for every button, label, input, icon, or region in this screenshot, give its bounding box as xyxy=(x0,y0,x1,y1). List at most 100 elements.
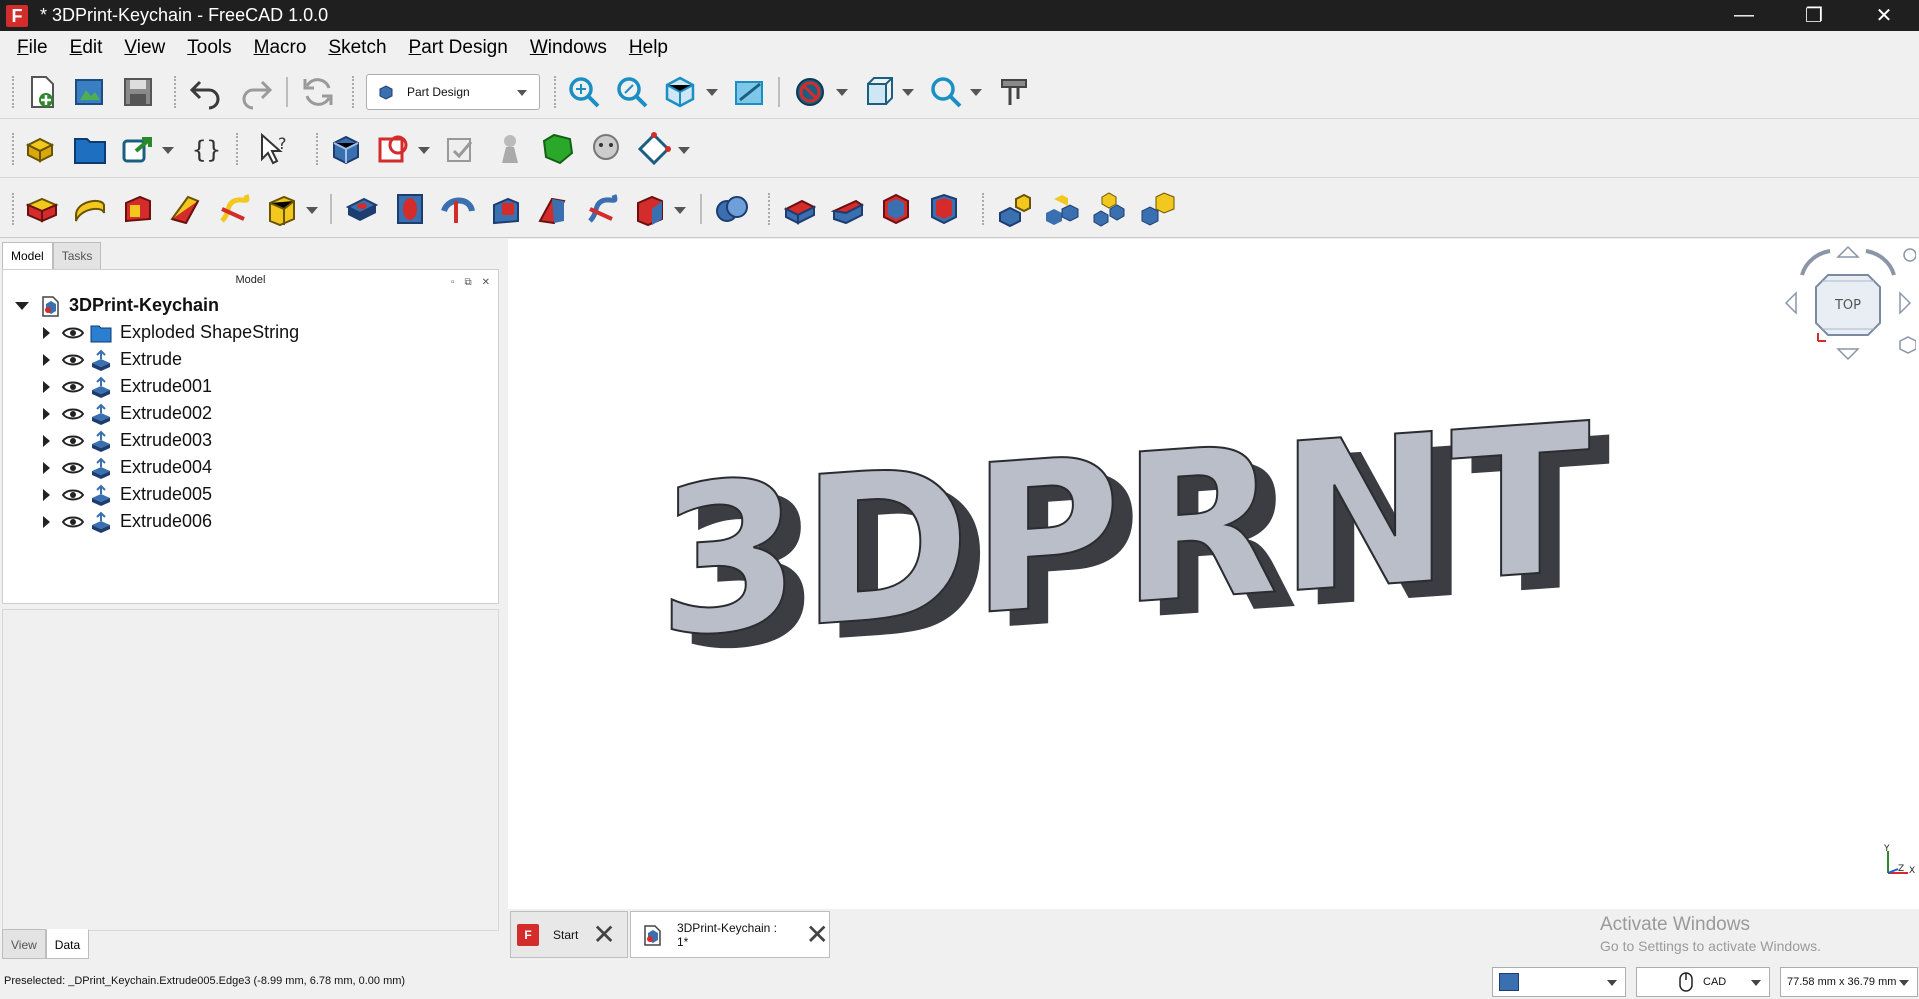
eye-icon[interactable] xyxy=(62,488,84,502)
tree-item-extrude006[interactable]: Extrude006 xyxy=(3,508,498,535)
refresh-icon[interactable] xyxy=(300,74,336,110)
eye-icon[interactable] xyxy=(62,407,84,421)
open-document-icon[interactable] xyxy=(72,74,108,110)
rotate-right-arrow-icon[interactable] xyxy=(1899,291,1912,315)
fit-all-icon[interactable] xyxy=(566,74,602,110)
create-part-icon[interactable] xyxy=(24,131,60,167)
toolbar-grip[interactable] xyxy=(12,133,16,165)
eye-icon[interactable] xyxy=(62,326,84,340)
eye-icon[interactable] xyxy=(62,353,84,367)
toolbar-grip[interactable] xyxy=(12,193,16,225)
close-button[interactable]: ✕ xyxy=(1849,0,1919,31)
shape-binder-icon[interactable] xyxy=(492,131,528,167)
thickness-icon[interactable] xyxy=(926,191,962,227)
fit-selection-icon[interactable] xyxy=(614,74,650,110)
pad-icon[interactable] xyxy=(24,191,60,227)
menu-help[interactable]: Help xyxy=(618,37,679,59)
panel-undock-icon[interactable]: ⧉ xyxy=(464,273,471,293)
eye-icon[interactable] xyxy=(62,461,84,475)
restore-button[interactable]: ❐ xyxy=(1779,0,1849,31)
measure-tool-icon[interactable] xyxy=(996,74,1032,110)
linear-pattern-icon[interactable] xyxy=(1044,191,1080,227)
datum-plane-icon[interactable] xyxy=(636,131,672,167)
tree-item-document[interactable]: 3DPrint-Keychain xyxy=(3,292,498,319)
tree-item-extrude004[interactable]: Extrude004 xyxy=(3,454,498,481)
tree-item-extrude005[interactable]: Extrude005 xyxy=(3,481,498,508)
tab-start[interactable]: F Start ✕ xyxy=(510,911,628,958)
mirrored-icon[interactable] xyxy=(996,191,1032,227)
create-group-icon[interactable] xyxy=(72,131,108,167)
subtractive-pipe-icon[interactable] xyxy=(536,191,572,227)
chevron-down-icon[interactable] xyxy=(902,89,914,96)
clone-icon[interactable] xyxy=(588,131,624,167)
navigation-style-selector[interactable]: CAD xyxy=(1636,967,1770,997)
tree-item-extrude002[interactable]: Extrude002 xyxy=(3,400,498,427)
subshape-binder-icon[interactable] xyxy=(540,131,576,167)
new-document-icon[interactable] xyxy=(24,74,60,110)
menu-edit[interactable]: Edit xyxy=(59,37,114,59)
tree-item-exploded-shapestring[interactable]: Exploded ShapeString xyxy=(3,319,498,346)
expand-arrow-icon[interactable] xyxy=(43,353,50,366)
property-editor[interactable] xyxy=(2,609,499,931)
pocket-icon[interactable] xyxy=(344,191,380,227)
menu-file[interactable]: File xyxy=(6,37,59,59)
tab-data-properties[interactable]: Data xyxy=(45,929,90,959)
menu-view[interactable]: View xyxy=(113,37,176,59)
eye-icon[interactable] xyxy=(62,434,84,448)
menu-windows[interactable]: Windows xyxy=(519,37,618,59)
panel-float-icon[interactable]: ▫ xyxy=(451,273,455,293)
chevron-down-icon[interactable] xyxy=(970,89,982,96)
chevron-down-icon[interactable] xyxy=(706,89,718,96)
measure-distance-icon[interactable] xyxy=(732,74,768,110)
multi-transform-icon[interactable] xyxy=(1140,191,1176,227)
additive-helix-icon[interactable] xyxy=(216,191,252,227)
close-tab-icon[interactable]: ✕ xyxy=(592,918,615,951)
chevron-down-icon[interactable] xyxy=(306,207,318,214)
3d-viewport[interactable]: 3DPRNT 3DPRNT TOP Y X Z xyxy=(508,239,1919,909)
toolbar-grip[interactable] xyxy=(174,76,178,108)
revolution-icon[interactable] xyxy=(72,191,108,227)
standard-views-icon[interactable] xyxy=(662,74,698,110)
workbench-selector[interactable]: Part Design xyxy=(366,74,540,110)
rotate-down-arrow-icon[interactable] xyxy=(1836,348,1860,361)
redo-icon[interactable] xyxy=(238,74,274,110)
tree-item-extrude[interactable]: Extrude xyxy=(3,346,498,373)
toolbar-grip[interactable] xyxy=(768,193,772,225)
toolbar-grip[interactable] xyxy=(554,76,558,108)
rotate-ccw-icon[interactable] xyxy=(1800,249,1831,276)
collapse-arrow-icon[interactable] xyxy=(15,301,29,310)
tab-document[interactable]: 3DPrint-Keychain : 1* ✕ xyxy=(630,911,830,958)
bounding-box-icon[interactable] xyxy=(862,74,898,110)
eye-icon[interactable] xyxy=(62,380,84,394)
subtractive-primitive-icon[interactable] xyxy=(632,191,668,227)
undo-icon[interactable] xyxy=(188,74,224,110)
chevron-down-icon[interactable] xyxy=(836,89,848,96)
chevron-down-icon[interactable] xyxy=(674,207,686,214)
panel-close-icon[interactable]: ✕ xyxy=(482,273,490,293)
rotate-left-arrow-icon[interactable] xyxy=(1784,291,1797,315)
tab-model[interactable]: Model xyxy=(2,242,53,270)
hole-icon[interactable] xyxy=(392,191,428,227)
close-tab-icon[interactable]: ✕ xyxy=(806,918,829,951)
menu-tools[interactable]: Tools xyxy=(176,37,242,59)
menu-part-design[interactable]: Part Design xyxy=(398,37,519,59)
tab-view-properties[interactable]: View xyxy=(2,929,46,959)
3d-model-render[interactable]: 3DPRNT 3DPRNT xyxy=(508,239,1919,909)
additive-pipe-icon[interactable] xyxy=(168,191,204,227)
validate-sketch-icon[interactable] xyxy=(444,131,480,167)
expand-arrow-icon[interactable] xyxy=(43,434,50,447)
additive-primitive-icon[interactable] xyxy=(264,191,300,227)
draw-style-selector[interactable] xyxy=(1492,967,1626,997)
expand-arrow-icon[interactable] xyxy=(43,326,50,339)
menu-macro[interactable]: Macro xyxy=(243,37,318,59)
toolbar-grip[interactable] xyxy=(12,76,16,108)
expand-arrow-icon[interactable] xyxy=(43,461,50,474)
expand-arrow-icon[interactable] xyxy=(43,380,50,393)
menu-sketch[interactable]: Sketch xyxy=(317,37,397,59)
nav-cube-menu-icon[interactable] xyxy=(1903,248,1916,262)
additive-loft-icon[interactable] xyxy=(120,191,156,227)
chamfer-icon[interactable] xyxy=(830,191,866,227)
toolbar-grip[interactable] xyxy=(982,193,986,225)
expand-arrow-icon[interactable] xyxy=(43,515,50,528)
dimension-display[interactable]: 77.58 mm x 36.79 mm xyxy=(1780,967,1918,997)
